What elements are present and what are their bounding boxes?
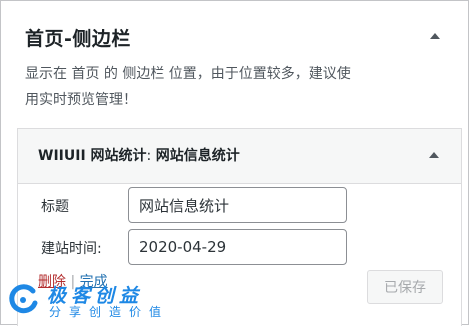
watermark-slogan: 分享创造价值 (49, 305, 170, 319)
title-field-label: 标题 (41, 199, 69, 215)
description-line: 用实时预览管理！ (25, 92, 137, 108)
build-date-label: 建站时间: (41, 241, 102, 257)
widget-area-title: 首页-侧边栏 (25, 28, 131, 50)
description-line: 显示在 首页 的 侧边栏 位置，由于位置较多，建议使 (25, 66, 351, 82)
widget-title: WIIUII 网站统计: 网站信息统计 (38, 146, 240, 166)
widget-header[interactable]: WIIUII 网站统计: 网站信息统计 (18, 129, 461, 184)
widget-area-description: 显示在 首页 的 侧边栏 位置，由于位置较多，建议使 用实时预览管理！ (25, 61, 445, 113)
widget-title-instance: 网站信息统计 (155, 148, 240, 164)
arrow-up-icon[interactable] (429, 152, 439, 158)
save-button[interactable]: 已保存 (367, 270, 443, 304)
widget-area-panel: 首页-侧边栏 显示在 首页 的 侧边栏 位置，由于位置较多，建议使 用实时预览管… (0, 0, 469, 326)
build-date-input[interactable] (128, 229, 347, 265)
watermark: 极客创益 分享创造价值 (7, 283, 207, 323)
widget-area-header[interactable]: 首页-侧边栏 (25, 25, 445, 55)
widget-title-name: WIIUII 网站统计 (38, 148, 147, 164)
arrow-up-icon[interactable] (430, 33, 440, 39)
widget-title-separator: : (146, 148, 156, 164)
watermark-logo-icon (9, 284, 38, 314)
title-field-input[interactable] (128, 187, 347, 223)
